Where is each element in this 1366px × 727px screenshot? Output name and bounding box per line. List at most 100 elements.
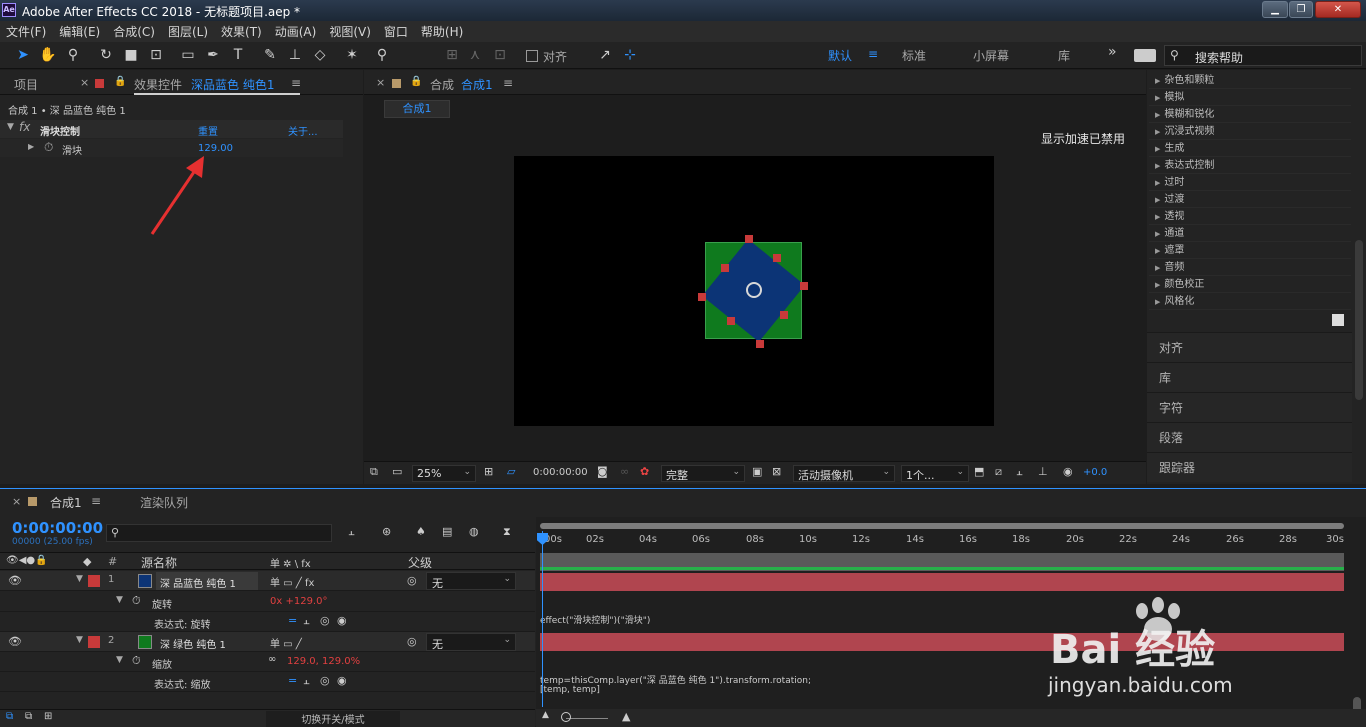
views-dropdown[interactable]: 1个... ⌄ bbox=[901, 465, 969, 482]
view-axis-icon[interactable]: ⊡ bbox=[489, 45, 511, 66]
effects-category-item[interactable]: 杂色和颗粒 bbox=[1149, 72, 1351, 89]
snap-checkbox[interactable] bbox=[526, 50, 538, 62]
zoom-in-icon[interactable]: ▲ bbox=[622, 710, 630, 723]
scrollbar[interactable] bbox=[1355, 240, 1363, 400]
workspace-small-screen[interactable]: 小屏幕 bbox=[973, 47, 1009, 64]
zoom-slider[interactable] bbox=[566, 718, 608, 719]
minimize-button[interactable]: ▁ bbox=[1262, 1, 1288, 18]
comp-mini-flowchart-icon[interactable]: ⫠ bbox=[348, 525, 355, 539]
comp-subtab[interactable]: 合成1 bbox=[384, 100, 450, 118]
workspace-more-button[interactable]: » bbox=[1108, 44, 1117, 60]
local-axis-icon[interactable]: ⊞ bbox=[441, 45, 463, 66]
effects-category-item[interactable]: 沉浸式视频 bbox=[1149, 123, 1351, 140]
expression-pickwhip-icon[interactable]: ◎ bbox=[320, 674, 330, 687]
property-row-scale[interactable]: ▼ ⏱ 缩放 ∞ 129.0, 129.0% bbox=[0, 652, 535, 672]
rectangle-tool-icon[interactable]: ▭ bbox=[177, 45, 199, 66]
param-value[interactable]: 129.00 bbox=[198, 143, 233, 154]
close-tab-icon[interactable]: × bbox=[376, 76, 385, 89]
panel-menu-icon[interactable]: ≡ bbox=[503, 76, 513, 90]
eraser-tool-icon[interactable]: ◇ bbox=[309, 45, 331, 66]
fx-icon[interactable]: fx bbox=[19, 120, 30, 134]
pickwhip-icon[interactable]: ◎ bbox=[407, 635, 417, 648]
motion-blur-icon[interactable]: ◍ bbox=[469, 525, 479, 538]
expand-triangle-icon[interactable]: ▼ bbox=[76, 635, 83, 645]
expand-triangle-icon[interactable]: ▼ bbox=[116, 655, 123, 665]
layer-search-input[interactable]: ⚲ bbox=[106, 524, 332, 542]
display-icon[interactable]: ▭ bbox=[392, 465, 402, 478]
menu-help[interactable]: 帮助(H) bbox=[421, 23, 463, 40]
comp-canvas[interactable] bbox=[514, 156, 994, 426]
transform-handle[interactable] bbox=[721, 264, 729, 272]
show-snapshot-icon[interactable]: ∞ bbox=[620, 465, 629, 478]
menu-composition[interactable]: 合成(C) bbox=[113, 23, 155, 40]
workspace-library[interactable]: 库 bbox=[1058, 47, 1070, 64]
work-area-bar[interactable] bbox=[540, 523, 1344, 529]
expression-graph-icon[interactable]: ⫠ bbox=[303, 614, 310, 628]
transfer-controls-icon[interactable]: ⧉ bbox=[25, 711, 32, 722]
reset-link[interactable]: 重置 bbox=[198, 123, 218, 138]
camera-tool-icon[interactable]: ■ bbox=[120, 45, 142, 66]
effects-category-item[interactable]: 遮罩 bbox=[1149, 242, 1351, 259]
transform-handle[interactable] bbox=[727, 317, 735, 325]
layer-label-color[interactable] bbox=[88, 575, 100, 587]
timeline-timecode[interactable]: 0:00:00:00 bbox=[12, 519, 103, 537]
effects-category-item[interactable]: 过时 bbox=[1149, 174, 1351, 191]
expand-triangle-icon[interactable]: ▼ bbox=[116, 595, 123, 605]
layer-1-duration-bar[interactable] bbox=[540, 573, 1344, 591]
effects-category-item[interactable]: 音频 bbox=[1149, 259, 1351, 276]
selection-tool-icon[interactable]: ➤ bbox=[12, 45, 34, 66]
sync-settings-icon[interactable] bbox=[1134, 49, 1156, 62]
expression-language-menu-icon[interactable]: ◉ bbox=[337, 674, 347, 687]
effects-category-item[interactable]: 透视 bbox=[1149, 208, 1351, 225]
expand-triangle-icon[interactable]: ▶ bbox=[28, 142, 34, 151]
draft-3d-icon[interactable]: ⊛ bbox=[382, 525, 391, 538]
workspace-default[interactable]: 默认 bbox=[828, 47, 852, 64]
menu-file[interactable]: 文件(F) bbox=[6, 23, 46, 40]
close-tab-icon[interactable]: × bbox=[80, 76, 89, 89]
tab-render-queue[interactable]: 渲染队列 bbox=[140, 494, 188, 511]
pan-behind-tool-icon[interactable]: ⊡ bbox=[145, 45, 167, 66]
text-tool-icon[interactable]: T bbox=[227, 45, 249, 66]
new-folder-icon[interactable] bbox=[1332, 314, 1344, 326]
zoom-slider-thumb[interactable] bbox=[561, 712, 571, 722]
parent-dropdown[interactable]: 无 ⌄ bbox=[426, 572, 516, 590]
flowchart-icon[interactable]: ⊥ bbox=[1038, 465, 1048, 478]
stopwatch-icon[interactable]: ⏱ bbox=[44, 140, 53, 155]
region-of-interest-icon[interactable]: ⊞ bbox=[484, 465, 493, 478]
reset-exposure-icon[interactable]: ◉ bbox=[1063, 465, 1073, 478]
enable-expression-icon[interactable]: = bbox=[288, 614, 297, 627]
panel-paragraph[interactable]: 段落 bbox=[1147, 422, 1352, 452]
fast-preview-icon[interactable]: ▣ bbox=[752, 465, 762, 478]
layer-row-2[interactable]: 👁 ▼ 2 深 绿色 纯色 1 单 ▭ ╱ ◎ 无 ⌄ bbox=[0, 632, 535, 652]
transform-handle[interactable] bbox=[698, 293, 706, 301]
close-button[interactable]: ✕ bbox=[1315, 1, 1361, 18]
tab-project[interactable]: 项目 bbox=[14, 76, 38, 93]
toggle-pixel-aspect-icon[interactable]: ⬒ bbox=[974, 465, 984, 478]
effects-category-item[interactable]: 模糊和锐化 bbox=[1149, 106, 1351, 123]
exposure-value[interactable]: +0.0 bbox=[1083, 467, 1107, 478]
frame-blending-icon[interactable]: ▤ bbox=[442, 525, 452, 538]
effects-category-item[interactable]: 通道 bbox=[1149, 225, 1351, 242]
visibility-eye-icon[interactable]: 👁 bbox=[8, 635, 22, 648]
workspace-standard[interactable]: 标准 bbox=[902, 47, 926, 64]
puppet-pin-tool-icon[interactable]: ⚲ bbox=[371, 45, 393, 66]
layer-row-1[interactable]: 👁 ▼ 1 深 品蓝色 纯色 1 单 ▭ ╱ fx ◎ 无 ⌄ bbox=[0, 571, 535, 591]
zoom-tool-icon[interactable]: ⚲ bbox=[62, 45, 84, 66]
transparency-grid-icon[interactable]: ▱ bbox=[507, 465, 515, 478]
property-row-rotation[interactable]: ▼ ⏱ 旋转 0x +129.0° bbox=[0, 592, 535, 612]
transform-handle[interactable] bbox=[745, 235, 753, 243]
expression-text[interactable]: effect("滑块控制")("滑块") bbox=[540, 613, 650, 626]
anchor-point-icon[interactable] bbox=[746, 282, 762, 298]
resolution-dropdown[interactable]: 完整 ⌄ bbox=[661, 465, 745, 482]
panel-tracker[interactable]: 跟踪器 bbox=[1147, 452, 1352, 482]
workspace-menu-icon[interactable]: ≡ bbox=[868, 47, 878, 61]
toggle-switches-modes-button[interactable]: 切换开关/模式 bbox=[266, 711, 400, 727]
menu-window[interactable]: 窗口 bbox=[384, 23, 408, 40]
expression-graph-icon[interactable]: ⫠ bbox=[303, 674, 310, 688]
switches-icon[interactable]: 单 ▭ ╱ fx bbox=[270, 574, 314, 589]
snap-arrow-icon[interactable]: ↗ bbox=[594, 45, 616, 66]
snap-target-icon[interactable]: ⊹ bbox=[619, 45, 641, 66]
effects-category-item[interactable]: 模拟 bbox=[1149, 89, 1351, 106]
viewer-tab-name[interactable]: 合成1 bbox=[461, 76, 493, 93]
stopwatch-icon[interactable]: ⏱ bbox=[132, 594, 141, 608]
